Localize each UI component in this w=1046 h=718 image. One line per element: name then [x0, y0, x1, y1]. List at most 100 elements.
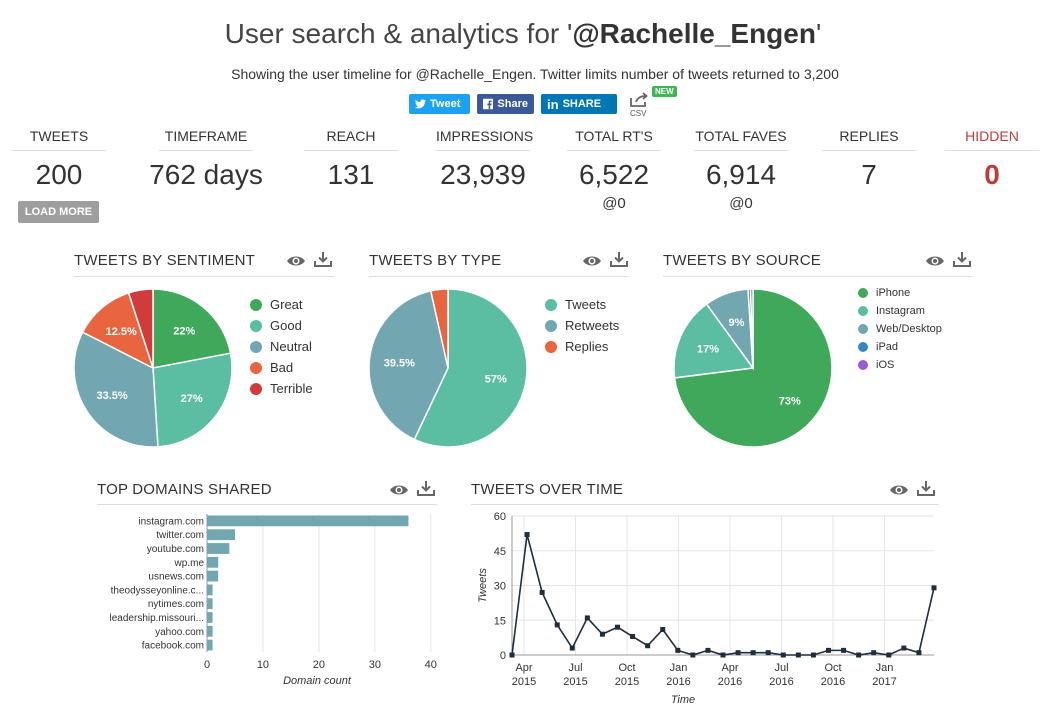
- load-more-button[interactable]: LOAD MORE: [18, 201, 99, 223]
- legend-item[interactable]: Good: [250, 318, 302, 333]
- y-tick-label: youtube.com: [147, 544, 204, 555]
- data-point-3: [554, 622, 560, 628]
- legend-swatch: [858, 306, 868, 316]
- bar-8: [207, 625, 213, 637]
- data-point-27: [916, 650, 922, 656]
- legend-item[interactable]: Neutral: [250, 339, 312, 354]
- stat-replies: REPLIES 7: [804, 128, 934, 191]
- data-point-14: [720, 652, 726, 658]
- stat-label: REPLIES: [822, 128, 916, 151]
- data-point-28: [931, 585, 937, 591]
- source-pie-chart: 73% 17% 9%: [673, 288, 833, 448]
- data-point-17: [765, 650, 771, 656]
- x-tick-label: Oct: [824, 662, 841, 674]
- legend-item[interactable]: Terrible: [250, 381, 313, 396]
- download-icon[interactable]: [416, 479, 436, 497]
- stat-value: 131: [327, 159, 375, 190]
- legend-label: Instagram: [876, 305, 925, 317]
- data-point-21: [826, 647, 831, 653]
- data-point-24: [871, 650, 877, 656]
- twitter-icon: [415, 99, 426, 109]
- x-tick-label: 2016: [718, 676, 742, 688]
- panel-divider: [471, 504, 939, 505]
- y-tick-label: facebook.com: [142, 641, 204, 652]
- y-tick-label: leadership.missouri...: [110, 613, 204, 624]
- legend-swatch: [545, 340, 557, 353]
- legend-item[interactable]: iPhone: [858, 287, 910, 299]
- bar-4: [207, 570, 219, 582]
- facebook-share-button[interactable]: Share: [477, 94, 534, 114]
- legend-label: Replies: [565, 339, 609, 354]
- legend-swatch: [250, 340, 262, 353]
- legend-item[interactable]: Instagram: [858, 305, 925, 317]
- data-point-9: [645, 643, 651, 649]
- panel-divider: [97, 504, 437, 505]
- y-tick-label: usnews.com: [148, 572, 204, 583]
- x-tick-label: 0: [204, 659, 210, 671]
- y-tick-label: yahoo.com: [155, 627, 204, 638]
- stat-label: HIDDEN: [945, 128, 1039, 151]
- legend-swatch: [858, 342, 868, 352]
- panel-divider: [663, 276, 973, 277]
- panel-divider: [74, 276, 334, 277]
- tweet-button[interactable]: Tweet: [409, 94, 470, 114]
- download-icon[interactable]: [313, 250, 333, 268]
- legend-label: Web/Desktop: [876, 323, 942, 335]
- stat-hidden[interactable]: HIDDEN 0: [927, 128, 1046, 191]
- x-tick-label: 2016: [666, 676, 690, 688]
- stat-label: TOTAL RT'S: [567, 128, 661, 151]
- data-point-13: [705, 647, 711, 653]
- stat-sub: @0: [729, 195, 753, 212]
- facebook-share-label: Share: [497, 98, 528, 110]
- stat-value: 7: [861, 159, 877, 190]
- data-point-5: [584, 615, 590, 621]
- legend-swatch: [250, 382, 262, 395]
- stat-timeframe: TIMEFRAME 762 days: [141, 128, 271, 191]
- stat-value: 23,939: [440, 159, 526, 190]
- eye-icon[interactable]: [889, 481, 909, 499]
- y-tick-label: instagram.com: [138, 516, 204, 527]
- stat-tweets: TWEETS 200: [0, 128, 124, 191]
- stat-total-faves: TOTAL FAVES 6,914 @0: [676, 128, 806, 212]
- stat-value: 0: [984, 159, 1000, 190]
- stat-total-rts: TOTAL RT'S 6,522 @0: [549, 128, 679, 212]
- y-tick-label: twitter.com: [156, 530, 204, 541]
- data-point-18: [780, 652, 786, 658]
- x-tick-label: 2015: [563, 676, 587, 688]
- pie-slice-label: 33.5%: [96, 390, 127, 402]
- source-panel-title: TWEETS BY SOURCE: [663, 252, 821, 269]
- data-point-20: [810, 652, 816, 658]
- legend-item[interactable]: Tweets: [545, 297, 606, 312]
- x-axis-label: Time: [671, 694, 695, 706]
- linkedin-icon: in: [547, 96, 559, 112]
- eye-icon[interactable]: [286, 252, 306, 270]
- eye-icon[interactable]: [925, 252, 945, 270]
- linkedin-share-button[interactable]: in SHARE: [541, 94, 617, 114]
- stat-value: 6,522: [578, 159, 650, 190]
- legend-item[interactable]: Web/Desktop: [858, 323, 942, 335]
- legend-item[interactable]: Bad: [250, 360, 293, 375]
- pie-slice-label: 73%: [779, 395, 801, 407]
- legend-item[interactable]: iPad: [858, 341, 898, 353]
- eye-icon[interactable]: [582, 252, 602, 270]
- stats-row: TWEETS 200 TIMEFRAME 762 days REACH 131 …: [0, 128, 1046, 228]
- x-tick-label: Apr: [515, 662, 532, 674]
- legend-item[interactable]: Retweets: [545, 318, 619, 333]
- download-icon[interactable]: [609, 250, 629, 268]
- x-tick-label: 10: [257, 659, 269, 671]
- type-pie-chart: 57% 39.5%: [368, 288, 528, 448]
- x-tick-label: 30: [369, 659, 381, 671]
- data-point-15: [735, 650, 741, 656]
- download-icon[interactable]: [952, 250, 972, 268]
- data-point-2: [539, 589, 545, 595]
- legend-item[interactable]: iOS: [858, 359, 894, 371]
- y-tick-label: 0: [500, 650, 506, 662]
- legend-item[interactable]: Replies: [545, 339, 608, 354]
- eye-icon[interactable]: [389, 481, 409, 499]
- bar-2: [207, 543, 230, 554]
- download-icon[interactable]: [916, 479, 936, 497]
- tweets-over-time-chart: 0 15 30 45 60 Apr 2015 Jul 2015 Oct 2015 Jan 2016 Apr…: [477, 511, 937, 706]
- stat-sub: @0: [602, 195, 626, 212]
- legend-item[interactable]: Great: [250, 297, 303, 312]
- legend-label: Good: [270, 318, 302, 333]
